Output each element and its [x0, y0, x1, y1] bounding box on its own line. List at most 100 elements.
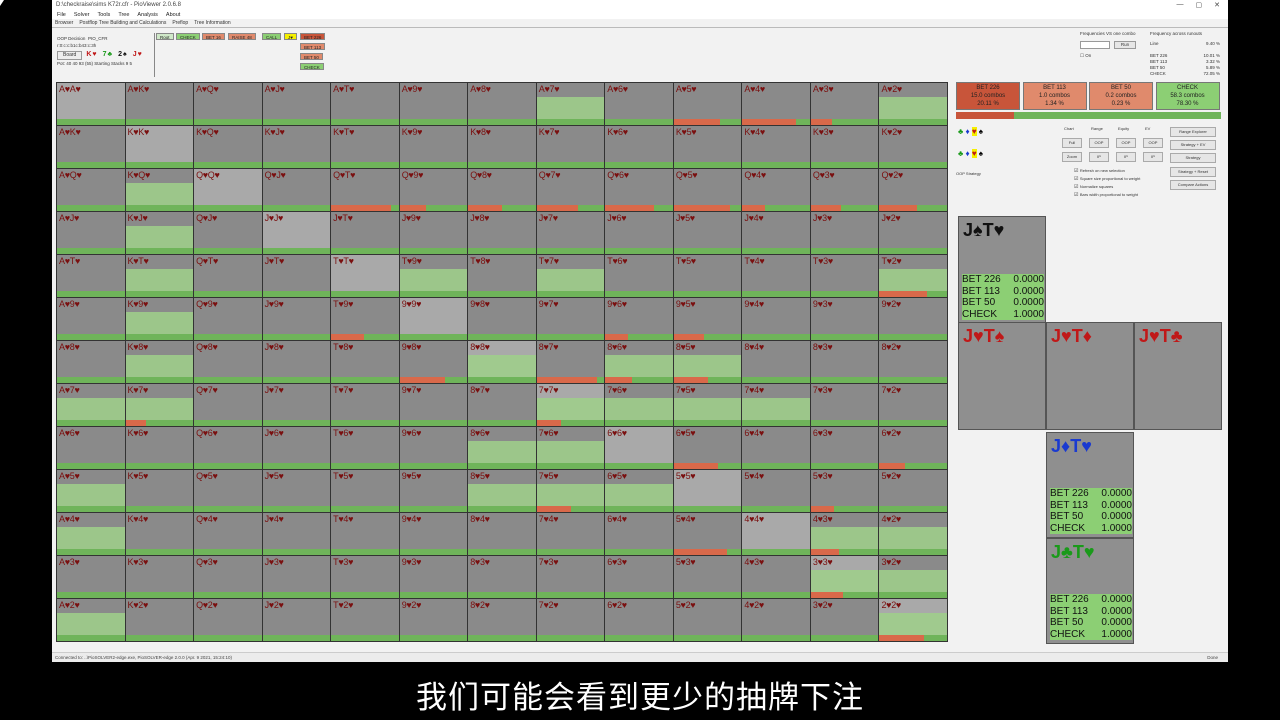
hand-cell[interactable]: T♥2♥	[331, 599, 399, 641]
hand-cell[interactable]: 7♥3♥	[810, 384, 879, 426]
option-checkbox[interactable]: Normalize squares	[1074, 183, 1140, 191]
hand-cell[interactable]: A♥8♥	[468, 83, 536, 125]
hand-cell[interactable]: K♥J♥	[262, 126, 331, 168]
hand-cell[interactable]: 9♥8♥	[399, 341, 468, 383]
hand-cell[interactable]: 8♥8♥	[468, 341, 536, 383]
hand-cell[interactable]: Q♥7♥	[194, 384, 262, 426]
hand-cell[interactable]: 5♥4♥	[742, 470, 810, 512]
hand-cell[interactable]: 2♥2♥	[879, 599, 947, 641]
heart-icon[interactable]: ♥	[971, 149, 977, 158]
hand-cell[interactable]: A♥4♥	[57, 513, 125, 555]
hand-cell[interactable]: A♥K♥	[57, 126, 125, 168]
hand-cell[interactable]: A♥6♥	[605, 83, 673, 125]
hand-cell[interactable]: T♥5♥	[673, 255, 742, 297]
action-summary-check[interactable]: CHECK 58.3 combos 78.30 %	[1155, 82, 1220, 110]
hand-cell[interactable]: A♥2♥	[57, 599, 125, 641]
hand-cell[interactable]: 5♥5♥	[673, 470, 742, 512]
hand-cell[interactable]: 6♥6♥	[605, 427, 673, 469]
hand-cell[interactable]: J♥T♥	[331, 212, 399, 254]
hand-cell[interactable]: 4♥3♥	[742, 556, 810, 598]
hand-cell[interactable]: A♥9♥	[399, 83, 468, 125]
hand-cell[interactable]: 6♥2♥	[605, 599, 673, 641]
hand-cell[interactable]: 5♥4♥	[673, 513, 742, 555]
spade-icon[interactable]: ♠	[979, 149, 983, 158]
hand-cell[interactable]: 3♥3♥	[810, 556, 879, 598]
hand-cell[interactable]: 8♥4♥	[742, 341, 810, 383]
hand-cell[interactable]: T♥8♥	[331, 341, 399, 383]
hand-cell[interactable]: 6♥3♥	[810, 427, 879, 469]
hand-cell[interactable]: J♥4♥	[742, 212, 810, 254]
hand-cell[interactable]: A♥3♥	[810, 83, 879, 125]
minimize-icon[interactable]: —	[1177, 1, 1184, 9]
hand-cell[interactable]: K♥K♥	[125, 126, 194, 168]
hand-cell[interactable]: 9♥2♥	[399, 599, 468, 641]
hand-cell[interactable]: 7♥5♥	[536, 470, 605, 512]
hand-cell[interactable]: 7♥4♥	[536, 513, 605, 555]
hand-cell[interactable]: K♥2♥	[879, 126, 947, 168]
hand-cell[interactable]: K♥2♥	[125, 599, 194, 641]
hand-cell[interactable]: 9♥7♥	[399, 384, 468, 426]
hand-cell[interactable]: 4♥3♥	[810, 513, 879, 555]
hand-cell[interactable]: Q♥5♥	[194, 470, 262, 512]
hand-cell[interactable]: 5♥2♥	[673, 599, 742, 641]
hand-cell[interactable]: 9♥5♥	[673, 298, 742, 340]
view-toggle-button[interactable]: IP	[1089, 152, 1109, 162]
hand-cell[interactable]: 8♥7♥	[468, 384, 536, 426]
tree-action-button[interactable]: BET 226	[300, 33, 326, 40]
hand-cell[interactable]: A♥8♥	[57, 341, 125, 383]
option-checkbox[interactable]: Square size proportional to weight	[1074, 175, 1140, 183]
hand-cell[interactable]: J♥3♥	[810, 212, 879, 254]
hand-cell[interactable]: 9♥4♥	[742, 298, 810, 340]
action-summary-bet-50[interactable]: BET 50 0.2 combos 0.23 %	[1089, 82, 1153, 110]
view-toggle-button[interactable]: IP	[1143, 152, 1163, 162]
hand-cell[interactable]: A♥A♥	[57, 83, 125, 125]
hand-cell[interactable]: 9♥2♥	[879, 298, 947, 340]
hand-cell[interactable]: A♥6♥	[57, 427, 125, 469]
hand-cell[interactable]: Q♥8♥	[194, 341, 262, 383]
hand-cell[interactable]: 7♥4♥	[742, 384, 810, 426]
hand-cell[interactable]: 7♥6♥	[605, 384, 673, 426]
combo-card[interactable]: J♦T♥ BET 226 0.0000 BET 113 0.0000 BET 50 0.00…	[1046, 432, 1134, 538]
hand-cell[interactable]: T♥9♥	[399, 255, 468, 297]
hand-cell[interactable]: Q♥Q♥	[194, 169, 262, 211]
hand-cell[interactable]: A♥J♥	[262, 83, 331, 125]
panel-action-button[interactable]: Range Explorer	[1170, 127, 1216, 137]
hand-cell[interactable]: K♥6♥	[605, 126, 673, 168]
panel-action-button[interactable]: Strategy	[1170, 153, 1216, 163]
view-toggle-button[interactable]: Zoom	[1062, 152, 1082, 162]
diamond-icon[interactable]: ♦	[965, 127, 969, 136]
hand-cell[interactable]: T♥3♥	[331, 556, 399, 598]
tab-postflop-tree[interactable]: Postflop Tree Building and Calculations	[79, 20, 166, 26]
hand-cell[interactable]: T♥2♥	[879, 255, 947, 297]
hand-cell[interactable]: Q♥T♥	[331, 169, 399, 211]
view-toggle-button[interactable]: OOP	[1089, 138, 1109, 148]
hand-cell[interactable]: 8♥7♥	[536, 341, 605, 383]
hand-cell[interactable]: K♥Q♥	[194, 126, 262, 168]
hand-cell[interactable]: 9♥3♥	[399, 556, 468, 598]
tree-action-button[interactable]: BET 16	[202, 33, 225, 40]
hand-cell[interactable]: 5♥2♥	[879, 470, 947, 512]
hand-cell[interactable]: K♥Q♥	[125, 169, 194, 211]
hand-cell[interactable]: 7♥2♥	[879, 384, 947, 426]
tree-action-button[interactable]: CHECK	[300, 63, 324, 70]
hand-cell[interactable]: K♥6♥	[125, 427, 194, 469]
hand-cell[interactable]: 3♥2♥	[810, 599, 879, 641]
hand-cell[interactable]: A♥9♥	[57, 298, 125, 340]
hand-cell[interactable]: K♥J♥	[125, 212, 194, 254]
hand-cell[interactable]: J♥7♥	[536, 212, 605, 254]
tab-preflop[interactable]: Preflop	[172, 20, 188, 26]
hand-cell[interactable]: K♥9♥	[125, 298, 194, 340]
tab-browser[interactable]: Browser	[55, 20, 73, 26]
combo-card[interactable]: J♠T♥ BET 226 0.0000 BET 113 0.0000 BET 50 0.00…	[958, 216, 1046, 324]
club-icon[interactable]: ♣	[958, 127, 963, 136]
hand-cell[interactable]: Q♥6♥	[605, 169, 673, 211]
hand-cell[interactable]: T♥8♥	[468, 255, 536, 297]
hand-cell[interactable]: T♥4♥	[331, 513, 399, 555]
heart-icon[interactable]: ♥	[971, 127, 977, 136]
combo-card[interactable]: J♥T♠	[958, 322, 1046, 430]
hand-cell[interactable]: A♥5♥	[57, 470, 125, 512]
hand-cell[interactable]: 9♥6♥	[399, 427, 468, 469]
hand-cell[interactable]: Q♥4♥	[742, 169, 810, 211]
hand-cell[interactable]: 9♥3♥	[810, 298, 879, 340]
hand-cell[interactable]: 7♥2♥	[536, 599, 605, 641]
